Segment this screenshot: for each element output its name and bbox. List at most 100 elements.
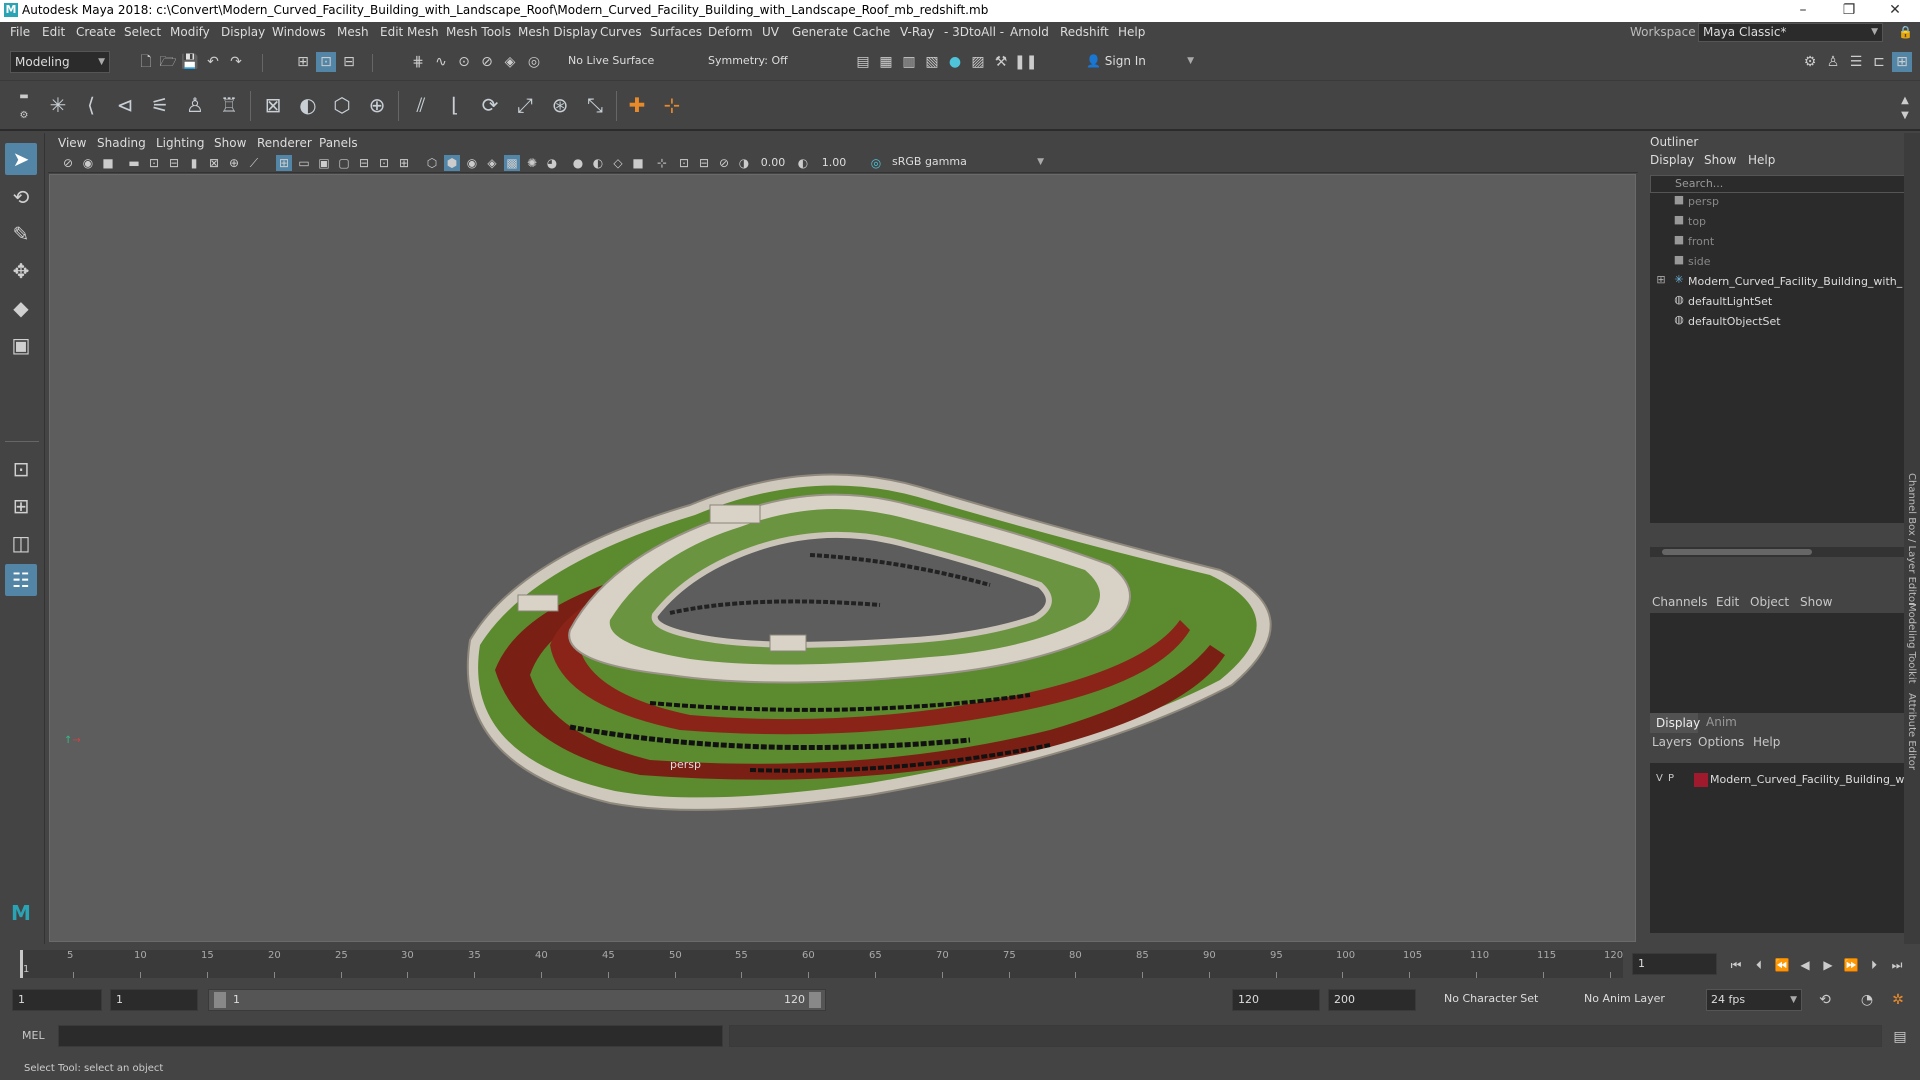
- play-back-icon[interactable]: ◀: [1795, 955, 1815, 975]
- channel-menu-show[interactable]: Show: [1800, 595, 1832, 609]
- xray-joints-icon[interactable]: ◇: [610, 155, 626, 171]
- panel-menu-panels[interactable]: Panels: [319, 136, 358, 150]
- menu-3dtoall[interactable]: - 3DtoAll -: [944, 25, 1004, 39]
- expand-icon[interactable]: ⊞: [1654, 273, 1668, 287]
- film-gate-icon[interactable]: ⊠: [206, 155, 222, 171]
- anim-end-field[interactable]: 200: [1328, 989, 1416, 1011]
- constraint-aim-icon[interactable]: ⊛: [545, 90, 575, 120]
- tab-anim[interactable]: Anim: [1706, 715, 1737, 729]
- save-scene-icon[interactable]: 💾: [180, 52, 200, 72]
- textured-icon[interactable]: ⬢: [444, 155, 460, 171]
- panel-menu-renderer[interactable]: Renderer: [257, 136, 312, 150]
- panel-menu-show[interactable]: Show: [214, 136, 246, 150]
- menu-file[interactable]: File: [10, 25, 30, 39]
- menu-edit-mesh[interactable]: Edit Mesh: [380, 25, 439, 39]
- outliner-search[interactable]: Search...: [1650, 175, 1908, 193]
- outliner-item-side[interactable]: side: [1688, 253, 1711, 271]
- locator-icon[interactable]: ✚: [622, 90, 652, 120]
- menu-arnold[interactable]: Arnold: [1010, 25, 1049, 39]
- locator-rig-icon[interactable]: ⊹: [657, 90, 687, 120]
- wireframe-icon[interactable]: ⊟: [356, 155, 372, 171]
- exposure-icon[interactable]: ◑: [736, 155, 752, 171]
- camera-attributes-icon[interactable]: ◉: [80, 155, 96, 171]
- mode-dropdown[interactable]: Modeling ▼: [10, 51, 110, 73]
- backface-icon[interactable]: ⊘: [716, 155, 732, 171]
- panel-menu-lighting[interactable]: Lighting: [156, 136, 205, 150]
- symmetry-field[interactable]: Symmetry: Off: [704, 52, 804, 72]
- animation-prefs-icon[interactable]: ✲: [1888, 990, 1908, 1010]
- go-to-start-icon[interactable]: ⏮: [1726, 955, 1746, 975]
- minimize-button[interactable]: –: [1780, 0, 1826, 22]
- layer-playback-toggle[interactable]: P: [1668, 773, 1674, 784]
- step-forward-frame-icon[interactable]: ⏩: [1841, 955, 1861, 975]
- menu-edit[interactable]: Edit: [42, 25, 65, 39]
- lasso-tool-icon[interactable]: ⟲: [5, 181, 37, 213]
- isolate-select-icon[interactable]: ●: [570, 155, 586, 171]
- fps-dropdown[interactable]: 24 fps ▼: [1706, 989, 1802, 1011]
- tab-display[interactable]: Display: [1650, 713, 1700, 733]
- constraint-pole-icon[interactable]: ⤡: [580, 90, 610, 120]
- select-tool-icon[interactable]: ➤: [5, 143, 37, 175]
- outliner-item-default-light-set[interactable]: defaultLightSet: [1688, 293, 1772, 311]
- render-sequence-icon[interactable]: ▦: [876, 52, 896, 72]
- step-back-key-icon[interactable]: ⏴: [1749, 955, 1769, 975]
- shadows-icon[interactable]: ◈: [484, 155, 500, 171]
- image-plane-icon[interactable]: ▬: [126, 155, 142, 171]
- shelf-settings-icon[interactable]: ⚙: [14, 106, 34, 126]
- smooth-bind-icon[interactable]: ⚟: [145, 90, 175, 120]
- gamma-value[interactable]: 1.00: [814, 155, 854, 171]
- color-space-dropdown[interactable]: sRGB gamma ▼: [888, 154, 1048, 172]
- snap-view-icon[interactable]: ⊘: [477, 52, 497, 72]
- maximize-button[interactable]: ❐: [1826, 0, 1872, 22]
- menu-redshift[interactable]: Redshift: [1060, 25, 1109, 39]
- default-material-icon[interactable]: ⊞: [396, 155, 412, 171]
- range-slider-handle-left[interactable]: [214, 992, 226, 1008]
- new-scene-icon[interactable]: 🗋: [136, 52, 156, 72]
- ik-handle-icon[interactable]: ⟨: [76, 90, 106, 120]
- tab-channel-box-layer-editor[interactable]: Channel Box / Layer Editor: [1906, 473, 1917, 606]
- menu-generate[interactable]: Generate: [792, 25, 848, 39]
- constraint-orient-icon[interactable]: ⟳: [475, 90, 505, 120]
- layer-menu-help[interactable]: Help: [1753, 735, 1780, 749]
- step-forward-key-icon[interactable]: ⏵: [1864, 955, 1884, 975]
- constraint-point-icon[interactable]: ⌊: [440, 90, 470, 120]
- hypershade-icon[interactable]: ●: [945, 52, 965, 72]
- undo-icon[interactable]: ↶: [203, 52, 223, 72]
- script-editor-icon[interactable]: ▤: [1890, 1027, 1910, 1047]
- xray-components-icon[interactable]: ■: [630, 155, 646, 171]
- command-language-label[interactable]: MEL: [22, 1029, 45, 1042]
- redo-icon[interactable]: ↷: [226, 52, 246, 72]
- gamma-icon[interactable]: ◐: [795, 155, 811, 171]
- xray-icon[interactable]: ◐: [590, 155, 606, 171]
- close-button[interactable]: ✕: [1872, 0, 1918, 22]
- render-frame-icon[interactable]: ▤: [853, 52, 873, 72]
- gate-mask-icon[interactable]: ⟋: [246, 155, 262, 171]
- render-setup-icon[interactable]: ⚒: [991, 52, 1011, 72]
- anti-aliasing-icon[interactable]: ◕: [544, 155, 560, 171]
- outliner-item-building[interactable]: Modern_Curved_Facility_Building_with_: [1688, 273, 1902, 291]
- hud-icon[interactable]: ⊟: [696, 155, 712, 171]
- resolution-gate-icon[interactable]: ⊕: [226, 155, 242, 171]
- paint-weights-icon[interactable]: ⊠: [258, 90, 288, 120]
- four-view-icon[interactable]: ⊞: [5, 490, 37, 522]
- two-view-icon[interactable]: ◫: [5, 527, 37, 559]
- single-view-icon[interactable]: ⊡: [5, 453, 37, 485]
- menu-display[interactable]: Display: [221, 25, 265, 39]
- menu-deform[interactable]: Deform: [708, 25, 753, 39]
- layer-color-swatch[interactable]: [1694, 773, 1708, 787]
- live-surface-field[interactable]: No Live Surface: [564, 52, 664, 72]
- safe-action-icon[interactable]: ▭: [296, 155, 312, 171]
- outliner-item-top[interactable]: top: [1688, 213, 1706, 231]
- ipr-render-icon[interactable]: ▥: [899, 52, 919, 72]
- layer-row[interactable]: V P Modern_Curved_Facility_Building_wi: [1652, 771, 1908, 789]
- paint-select-icon[interactable]: ✎: [5, 218, 37, 250]
- outliner-item-front[interactable]: front: [1688, 233, 1714, 251]
- layer-menu-options[interactable]: Options: [1698, 735, 1744, 749]
- scale-tool-icon[interactable]: ▣: [5, 329, 37, 361]
- lock-icon[interactable]: 🔒: [1898, 25, 1913, 39]
- snap-grid-icon[interactable]: ⋕: [408, 52, 428, 72]
- command-input[interactable]: [58, 1025, 723, 1047]
- menu-uv[interactable]: UV: [762, 25, 779, 39]
- layer-menu-layers[interactable]: Layers: [1652, 735, 1692, 749]
- snap-surface-icon[interactable]: ◈: [500, 52, 520, 72]
